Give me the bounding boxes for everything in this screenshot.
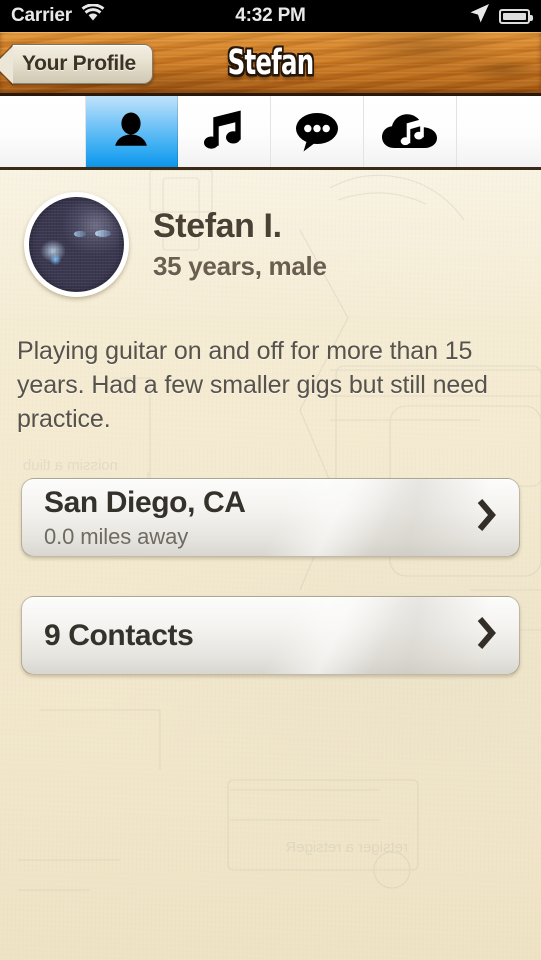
tab-profile[interactable] — [84, 96, 178, 167]
chat-bubble-icon — [292, 110, 342, 154]
profile-content: noissim a tliub setoN retsiger a retsige… — [0, 170, 541, 960]
back-button[interactable]: Your Profile — [0, 44, 153, 86]
app-screen: Carrier 4:32 PM Your Profile Stefan nois… — [0, 0, 541, 960]
status-bar: Carrier 4:32 PM — [0, 0, 541, 32]
contacts-row-text: 9 Contacts — [44, 613, 465, 659]
location-row-title: San Diego, CA — [44, 485, 246, 519]
tab-music[interactable] — [178, 96, 271, 167]
profile-name: Stefan I. — [153, 207, 282, 245]
avatar-photo — [29, 197, 124, 292]
chevron-right-icon — [475, 616, 497, 655]
tab-cloud-music[interactable] — [364, 96, 457, 167]
location-row-subtitle: 0.0 miles away — [44, 523, 189, 549]
carrier-label: Carrier — [11, 5, 72, 26]
status-bar-left: Carrier — [11, 3, 105, 28]
cloud-music-icon — [381, 110, 439, 154]
chevron-right-icon — [475, 498, 497, 537]
contacts-row-title: 9 Contacts — [44, 618, 194, 652]
detail-rows: San Diego, CA 0.0 miles away 9 Contacts — [0, 478, 541, 675]
location-row-text: San Diego, CA 0.0 miles away — [44, 480, 465, 556]
music-note-icon — [202, 109, 246, 155]
profile-header: Stefan I. 35 years, male — [0, 192, 541, 297]
avatar[interactable] — [24, 192, 129, 297]
profile-bio: Playing guitar on and off for more than … — [17, 337, 488, 433]
svg-text:retsiger a retsigeR: retsiger a retsigeR — [285, 839, 408, 856]
navigation-bar: Your Profile Stefan — [0, 32, 541, 96]
profile-details: 35 years, male — [153, 251, 327, 281]
status-bar-right — [469, 3, 533, 30]
wifi-icon — [81, 3, 105, 28]
contacts-row[interactable]: 9 Contacts — [21, 596, 520, 675]
battery-icon — [499, 8, 533, 24]
person-icon — [108, 109, 154, 155]
tab-messages[interactable] — [271, 96, 364, 167]
location-arrow-icon — [469, 3, 490, 30]
location-row[interactable]: San Diego, CA 0.0 miles away — [21, 478, 520, 557]
back-button-label: Your Profile — [22, 52, 136, 75]
tab-bar — [0, 96, 541, 170]
profile-meta: Stefan I. 35 years, male — [153, 207, 327, 282]
